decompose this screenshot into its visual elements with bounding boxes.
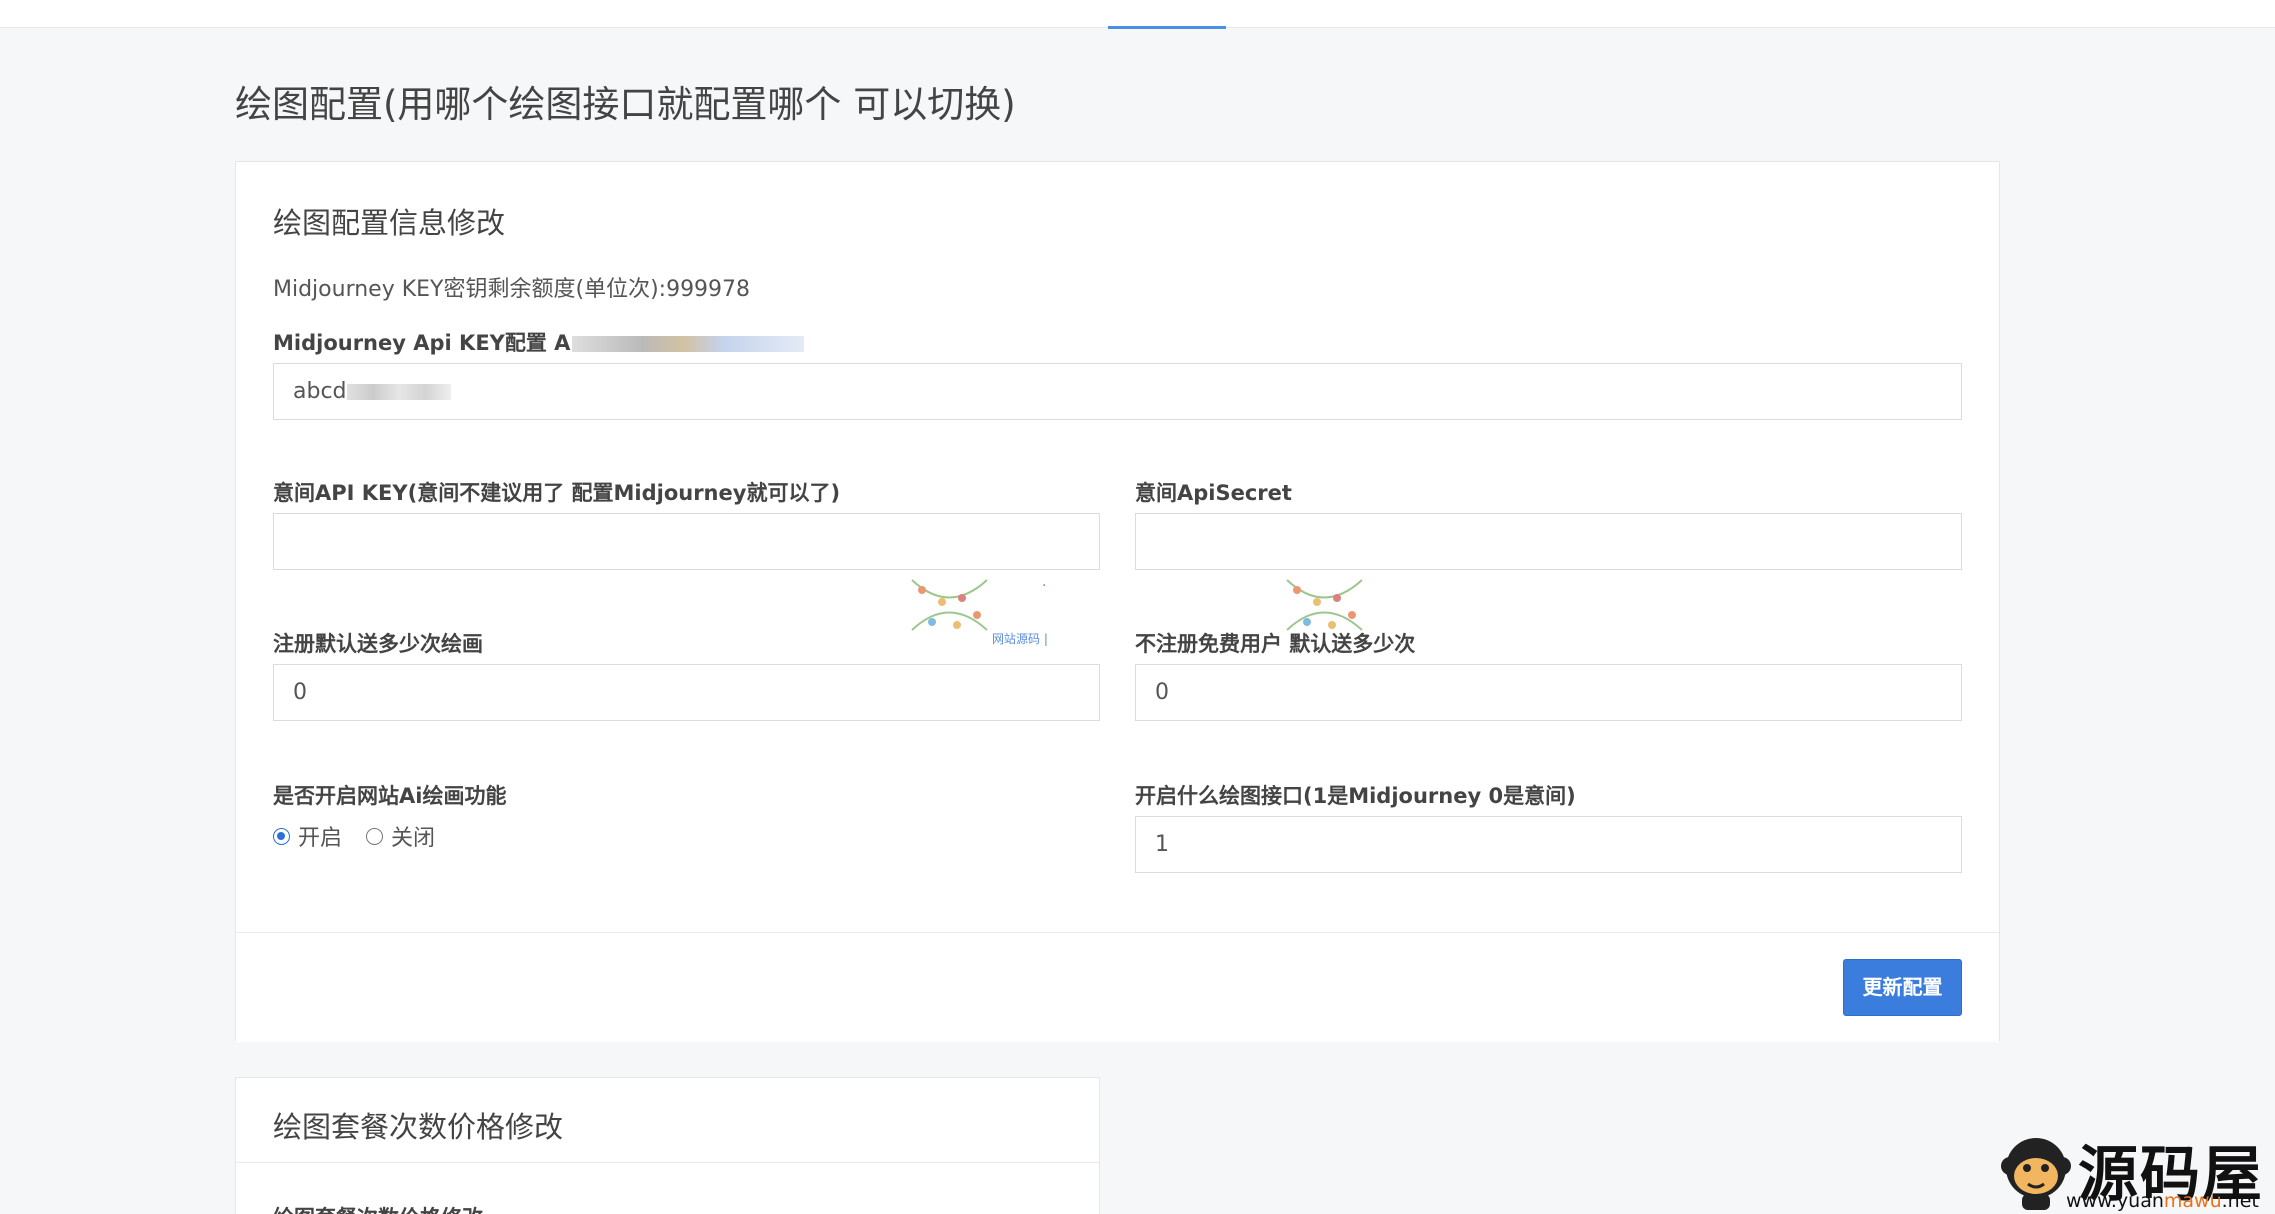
ai-draw-label: 是否开启网站Ai绘画功能 — [273, 784, 507, 808]
top-navbar — [0, 0, 2275, 29]
guest-gift-input[interactable]: 0 — [1135, 664, 1962, 721]
radio-disable-indicator[interactable] — [366, 827, 384, 845]
register-gift-label: 注册默认送多少次绘画 — [273, 632, 483, 656]
package-card: 绘图套餐次数价格修改 绘图套餐次数价格修改 — [235, 1077, 1100, 1214]
radio-enable-indicator[interactable] — [273, 827, 290, 845]
yijian-key-label: 意间API KEY(意间不建议用了 配置Midjourney就可以了) — [273, 481, 841, 505]
card-title: 绘图配置信息修改 — [273, 206, 506, 240]
mj-key-input[interactable]: abcd — [273, 363, 1962, 420]
api-switch-input[interactable]: 1 — [1135, 816, 1962, 873]
watermark: · 网站源码 | — [902, 570, 1372, 646]
redacted-value — [346, 384, 451, 400]
radio-disable[interactable]: 关闭 — [366, 820, 435, 852]
monkey-mascot-icon — [2001, 1138, 2071, 1210]
package-card-title: 绘图套餐次数价格修改 — [273, 1110, 564, 1144]
register-gift-input[interactable]: 0 — [273, 664, 1100, 721]
watermark-sub-text: 网站源码 | — [992, 632, 1048, 646]
card-footer: 更新配置 — [236, 932, 1999, 1042]
radio-enable-label: 开启 — [298, 826, 343, 851]
watermark-left-ornament-icon — [911, 579, 988, 631]
logo-domain-highlight: mawu — [2163, 1190, 2222, 1212]
page-title: 绘图配置(用哪个绘图接口就配置哪个 可以切换) — [235, 83, 1016, 126]
logo-domain-text: www.yuanmawu.net — [2066, 1190, 2259, 1212]
yijian-key-input[interactable] — [273, 513, 1100, 570]
redacted-text — [572, 336, 805, 352]
api-switch-label: 开启什么绘图接口(1是Midjourney 0是意间) — [1135, 784, 1576, 808]
ai-draw-radio-group: 开启 关闭 — [273, 820, 459, 852]
update-config-button[interactable]: 更新配置 — [1843, 959, 1962, 1016]
mj-key-label-text: Midjourney Api KEY配置 A — [273, 331, 571, 355]
watermark-right-ornament-icon — [1286, 579, 1363, 631]
logo-domain-prefix: www.yuan — [2066, 1190, 2164, 1212]
yijian-secret-label: 意间ApiSecret — [1135, 481, 1292, 505]
radio-disable-label: 关闭 — [391, 826, 436, 851]
package-card-subtitle: 绘图套餐次数价格修改 — [273, 1202, 483, 1214]
mj-key-value: abcd — [293, 379, 347, 404]
yijian-secret-input[interactable] — [1135, 513, 1962, 570]
radio-enable[interactable]: 开启 — [273, 820, 342, 852]
watermark-main-text: · — [1042, 578, 1047, 594]
active-nav-indicator — [1108, 26, 1226, 29]
quota-text: Midjourney KEY密钥剩余额度(单位次):999978 — [273, 277, 751, 302]
logo-domain-suffix: .net — [2221, 1190, 2259, 1212]
site-logo: 源码屋 www.yuanmawu.net — [1998, 1130, 2275, 1214]
divider — [236, 1162, 1099, 1163]
mj-key-label: Midjourney Api KEY配置 A — [273, 327, 805, 357]
